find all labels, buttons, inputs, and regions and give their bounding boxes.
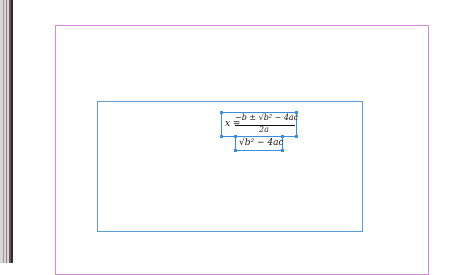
equation-denominator: 2a	[259, 125, 269, 134]
equation-object[interactable]: x = −b ± √b² − 4ac 2a	[220, 111, 299, 138]
sub-expression-text: √b² − 4ac	[239, 138, 284, 148]
resize-handle[interactable]	[295, 111, 298, 114]
resize-handle[interactable]	[281, 149, 284, 152]
resize-handle[interactable]	[234, 135, 237, 138]
sub-expression-object[interactable]: √b² − 4ac	[234, 135, 284, 152]
resize-handle[interactable]	[281, 135, 284, 138]
resize-handle[interactable]	[220, 135, 223, 138]
panel-divider	[6, 0, 7, 263]
panel-divider	[3, 0, 4, 263]
panel-divider	[11, 0, 13, 263]
left-panel-edge	[0, 0, 13, 263]
resize-handle[interactable]	[234, 149, 237, 152]
resize-handle[interactable]	[220, 111, 223, 114]
equation-numerator: −b ± √b² − 4ac	[235, 113, 299, 122]
resize-handle[interactable]	[295, 135, 298, 138]
